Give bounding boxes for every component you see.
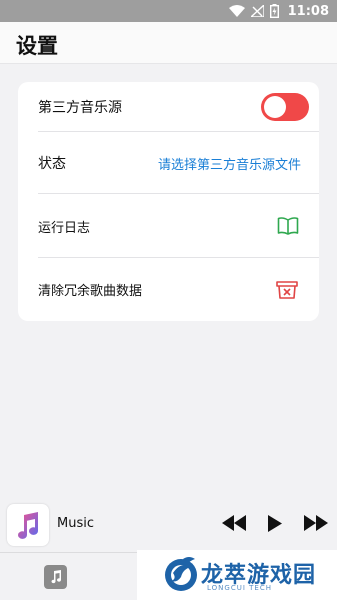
clean-trash-icon: [276, 280, 298, 299]
toggle-knob: [264, 96, 286, 118]
clean-data-label: 清除冗余歌曲数据: [38, 284, 143, 299]
settings-card: 第三方音乐源 状态 请选择第三方音乐源文件 运行日志 清除冗余歌曲数据: [18, 82, 319, 321]
select-source-file-link[interactable]: 请选择第三方音乐源文件: [158, 154, 301, 173]
book-icon: [277, 217, 299, 235]
album-art[interactable]: [7, 504, 49, 546]
run-log-label: 运行日志: [38, 220, 91, 236]
run-log-row[interactable]: 运行日志: [18, 194, 319, 258]
play-icon[interactable]: [266, 515, 282, 532]
music-note-icon: [51, 570, 61, 584]
third-party-source-row: 第三方音乐源: [18, 82, 319, 132]
watermark-subtitle: LONGCUI TECH: [207, 584, 272, 592]
nav-music-tab[interactable]: [44, 565, 67, 589]
signal-icon: [250, 5, 264, 17]
clean-data-row[interactable]: 清除冗余歌曲数据: [18, 258, 319, 321]
next-track-icon[interactable]: [304, 515, 328, 531]
status-label: 状态: [38, 156, 66, 172]
status-bar: 11:08: [0, 0, 337, 22]
track-title: Music: [57, 516, 94, 531]
third-party-source-toggle[interactable]: [261, 93, 309, 121]
music-note-icon: [18, 512, 39, 539]
app-header: 设置: [0, 22, 337, 64]
mini-player: Music: [0, 498, 337, 552]
clock: 11:08: [287, 3, 329, 19]
previous-track-icon[interactable]: [222, 515, 246, 531]
page-title: 设置: [16, 34, 58, 58]
wifi-icon: [228, 5, 245, 17]
battery-icon: [269, 4, 279, 18]
status-row: 状态 请选择第三方音乐源文件: [18, 132, 319, 194]
third-party-source-label: 第三方音乐源: [38, 100, 122, 116]
watermark-logo: [165, 557, 197, 591]
watermark: 龙萃游戏园 LONGCUI TECH: [137, 550, 337, 600]
